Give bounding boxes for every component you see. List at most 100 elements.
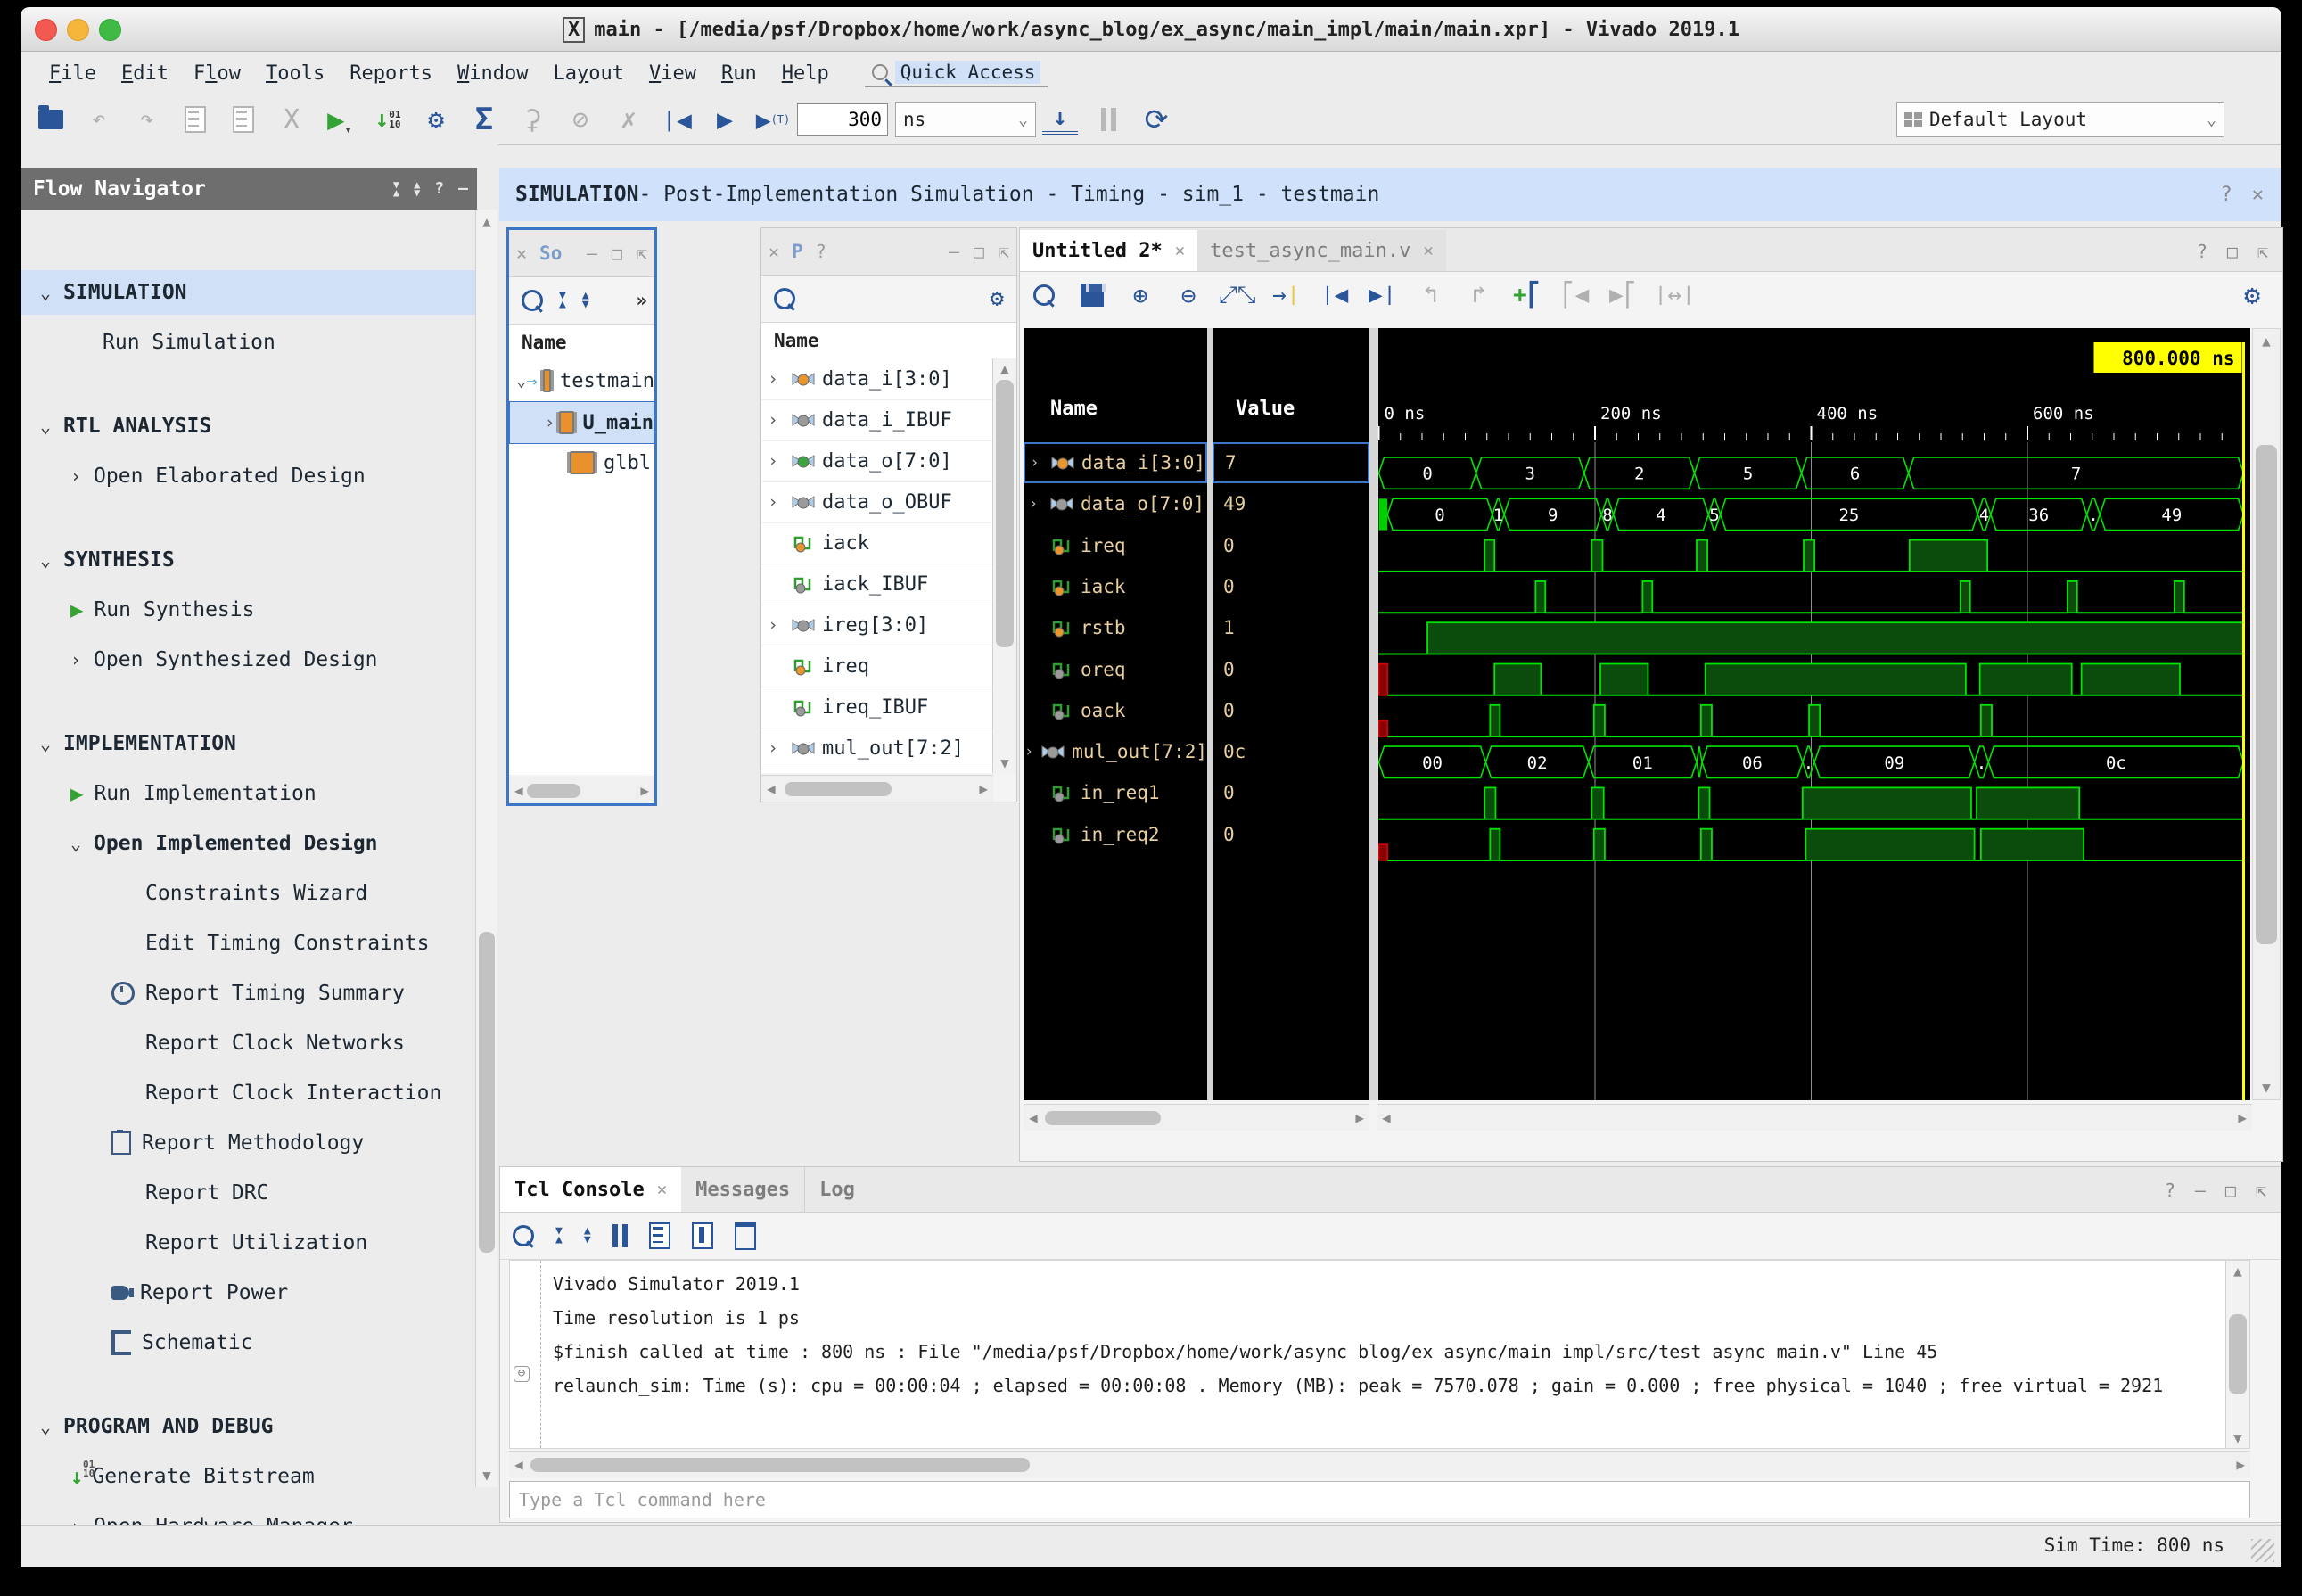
menu-layout[interactable]: Layout [540,62,637,85]
help-icon[interactable]: ? [2221,184,2232,206]
pause-button[interactable] [1090,102,1126,137]
minimize-icon[interactable]: — [458,179,468,198]
waveform-plot[interactable]: 0 ns200 ns400 ns600 ns03256701984525436.… [1377,328,2250,1100]
close-icon[interactable]: ✕ [657,1180,667,1199]
menu-tools[interactable]: Tools [253,62,337,85]
objects-hscrollbar[interactable]: ◀▶ [761,775,993,802]
close-icon[interactable]: ✕ [1175,241,1185,260]
wave-signal-value[interactable]: 7 [1213,442,1369,483]
previous-marker-button[interactable]: ⎡◀ [1558,277,1593,313]
flow-item-synthesis[interactable]: ⌄SYNTHESIS [21,538,497,582]
wave-signal-value[interactable]: 1 [1213,607,1369,648]
tcl-command-input[interactable]: Type a Tcl command here [509,1481,2250,1518]
swap-left-button[interactable]: ↰ [1413,277,1449,313]
help-icon[interactable]: ? [434,179,444,198]
scope-item-U_main[interactable]: ›U_main [509,401,654,444]
flow-item-open-elaborated-design[interactable]: ›Open Elaborated Design [21,454,527,498]
object-item[interactable]: iack_IBUF [761,564,993,605]
object-item[interactable]: oack [761,769,993,773]
name-hscrollbar[interactable]: ◀▶ [1024,1104,1369,1131]
resize-grip[interactable] [2251,1539,2274,1562]
maximize-icon[interactable]: □ [2225,1180,2236,1201]
step-time-button[interactable]: ↓ [1042,104,1078,135]
copy-button[interactable] [177,102,213,137]
close-icon[interactable]: ✕ [769,241,779,262]
menu-view[interactable]: View [637,62,709,85]
tcl-hscrollbar[interactable]: ◀▶ [509,1451,2250,1477]
add-marker-button[interactable]: +⎡ [1509,277,1545,313]
object-item[interactable]: ›data_i_IBUF [761,399,993,441]
object-item[interactable]: ireq [761,646,993,687]
zoom-fit-button[interactable]: ⤢⤡ [1219,277,1256,313]
search-icon[interactable] [513,1225,534,1246]
help-icon[interactable]: ? [2197,241,2207,262]
tab-test-async-main[interactable]: test_async_main.v✕ [1197,230,1446,271]
menu-file[interactable]: File [37,62,109,85]
close-icon[interactable]: ✕ [516,243,527,264]
flow-item-run-synthesis[interactable]: ▶Run Synthesis [21,588,527,632]
scope-item-testmain[interactable]: ⌄⇒testmain [509,360,654,401]
minimize-icon[interactable]: — [587,243,597,264]
maximize-icon[interactable]: □ [2227,241,2238,262]
gear-icon[interactable]: ⚙ [990,285,1004,312]
wave-signal-value[interactable]: 0 [1213,690,1369,731]
relaunch-button[interactable]: ⟳ [1139,102,1174,137]
flow-navigator-scrollbar[interactable]: ▲ ▼ [475,210,497,1487]
go-to-time-button[interactable]: →❘ [1269,277,1304,313]
collapse-block-icon[interactable]: ⊖ [514,1366,530,1382]
object-item[interactable]: ›mul_out[7:2] [761,728,993,769]
elaborate-disabled-button[interactable]: ⚳ [514,102,550,137]
run-all-button[interactable]: ▶ [707,102,743,137]
tab-log[interactable]: Log [804,1167,869,1212]
object-item[interactable]: ›data_o_OBUF [761,481,993,523]
swap-right-button[interactable]: ↱ [1461,277,1497,313]
menu-flow[interactable]: Flow [181,62,253,85]
flow-item-implementation[interactable]: ⌄IMPLEMENTATION [21,721,497,766]
collapse-all-icon[interactable]: ▼▲ [555,1227,563,1245]
plot-hscrollbar[interactable]: ◀▶ [1377,1104,2252,1131]
wave-signal-value[interactable]: 0 [1213,649,1369,690]
float-icon[interactable]: ⇱ [2256,1180,2266,1201]
restart-sim-button[interactable]: ❘◀ [659,102,695,137]
wave-signal-name[interactable]: in_req1 [1024,772,1207,813]
synth-disabled-button[interactable]: ⊘ [563,102,598,137]
object-item[interactable]: iack [761,522,993,564]
save-button[interactable] [1074,277,1110,313]
flow-item-edit-timing-constraints[interactable]: Edit Timing Constraints [21,921,602,966]
impl-disabled-button[interactable]: ✗ [611,102,646,137]
close-icon[interactable]: ✕ [2252,184,2264,206]
objects-name-column-header[interactable]: Name [761,323,1016,359]
next-marker-button[interactable]: ▶⎡ [1606,277,1641,313]
object-item[interactable]: ›data_o[7:0] [761,440,993,482]
span-markers-button[interactable]: ❘↔❘ [1654,277,1696,313]
object-item[interactable]: ireq_IBUF [761,687,993,728]
float-icon[interactable]: ⇱ [2257,241,2268,262]
trash-icon[interactable] [735,1222,756,1250]
object-item[interactable]: ›data_i[3:0] [761,358,993,400]
expand-all-icon[interactable]: ▲▼ [582,292,589,309]
copy-icon[interactable] [649,1222,670,1249]
wave-signal-value[interactable]: 0 [1213,566,1369,607]
menu-window[interactable]: Window [445,62,540,85]
flow-item-report-clock-networks[interactable]: Report Clock Networks [21,1021,602,1065]
object-item[interactable]: ›ireg[3:0] [761,605,993,646]
wave-signal-name[interactable]: rstb [1024,607,1207,648]
redo-button[interactable]: ↷ [129,102,165,137]
tcl-vscrollbar[interactable]: ▲ ▼ [2225,1261,2249,1448]
objects-vscrollbar[interactable]: ▲ ▼ [992,358,1016,773]
wave-signal-name[interactable]: ireq [1024,525,1207,566]
zoom-out-button[interactable]: ⊖ [1171,277,1206,313]
float-icon[interactable]: ⇱ [999,241,1009,262]
name-column-header[interactable]: Name [1050,398,1098,433]
cut-button[interactable]: X [274,102,309,137]
flow-item-generate-bitstream[interactable]: ↓0110Generate Bitstream [21,1454,527,1499]
flow-item-constraints-wizard[interactable]: Constraints Wizard [21,871,602,916]
minimize-icon[interactable]: — [949,241,959,262]
wave-signal-name[interactable]: ›data_o[7:0] [1024,483,1207,524]
tab-tcl-console[interactable]: Tcl Console✕ [500,1167,681,1212]
expand-all-icon[interactable]: ▲▼ [584,1227,591,1245]
scope-item-glbl[interactable]: glbl [509,442,654,483]
wave-signal-value[interactable]: 49 [1213,483,1369,524]
collapse-all-icon[interactable]: ▼▲ [559,292,566,309]
objects-tab-label[interactable]: P [792,241,803,262]
